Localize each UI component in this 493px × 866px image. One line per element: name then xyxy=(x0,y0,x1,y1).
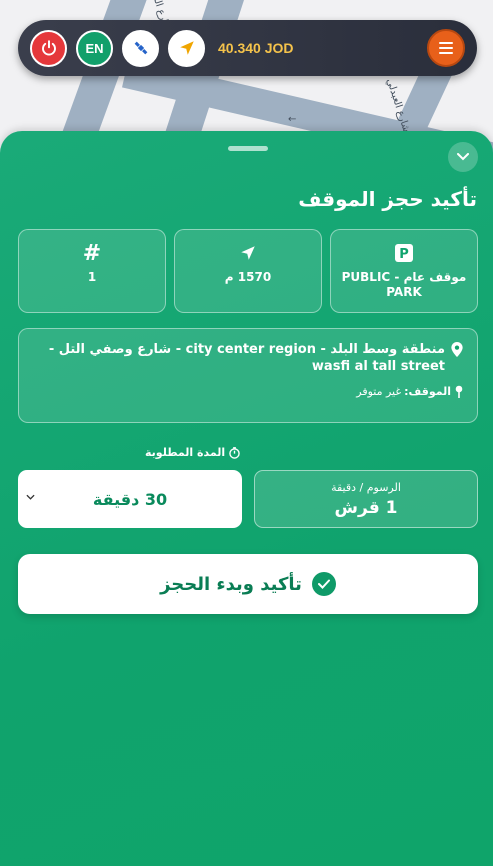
location-box: منطقة وسط البلد - city center region - ش… xyxy=(18,328,478,423)
spot-pin-icon xyxy=(455,385,463,398)
page-title: تأكيد حجز الموقف xyxy=(298,187,477,211)
power-icon xyxy=(41,40,56,56)
hash-icon: # xyxy=(82,240,102,266)
map-direction-arrow-icon: ← xyxy=(288,114,297,125)
locate-me-button[interactable] xyxy=(168,29,205,67)
fee-label: الرسوم / دقيقة xyxy=(331,481,401,494)
satellite-icon xyxy=(134,41,147,55)
confirm-booking-label: تأكيد وبدء الحجز xyxy=(160,573,302,595)
svg-text:P: P xyxy=(399,247,409,262)
wallet-balance: 40.340 JOD xyxy=(218,40,294,56)
fee-value: 1 قرش xyxy=(334,498,398,518)
menu-button[interactable] xyxy=(427,29,465,67)
navigation-arrow-icon xyxy=(179,41,194,55)
timer-icon xyxy=(229,446,240,459)
power-button[interactable] xyxy=(30,29,67,67)
distance-value: 1570 م xyxy=(224,270,272,284)
language-toggle-button[interactable]: EN xyxy=(76,29,113,67)
chevron-down-icon xyxy=(457,153,469,161)
menu-icon xyxy=(439,42,453,54)
number-value: 1 xyxy=(87,270,97,284)
confirm-booking-button[interactable]: تأكيد وبدء الحجز xyxy=(18,554,478,614)
sheet-drag-handle[interactable] xyxy=(228,146,268,151)
satellite-view-button[interactable] xyxy=(122,29,159,67)
parking-type-card: P موقف عام - PUBLIC PARK xyxy=(330,229,478,313)
top-bar: EN 40.340 JOD xyxy=(18,20,477,76)
spot-value: غير متوفر xyxy=(356,385,402,398)
parking-icon: P xyxy=(395,244,413,262)
number-card: # 1 xyxy=(18,229,166,313)
duration-select[interactable]: 30 دقيقة xyxy=(18,470,242,528)
distance-card: 1570 م xyxy=(174,229,322,313)
check-icon xyxy=(311,572,336,596)
chevron-down-icon xyxy=(26,494,35,500)
location-pin-icon xyxy=(451,342,463,357)
spot-label: الموقف: xyxy=(404,385,451,398)
location-address: منطقة وسط البلد - city center region - ش… xyxy=(48,342,445,374)
duration-label: المدة المطلوبة xyxy=(145,446,226,459)
booking-sheet: تأكيد حجز الموقف # 1 1570 م P موقف عام -… xyxy=(0,131,493,866)
navigation-arrow-icon xyxy=(241,246,255,260)
parking-type-value: موقف عام - PUBLIC PARK xyxy=(341,270,467,299)
duration-label-row: المدة المطلوبة xyxy=(145,446,240,459)
collapse-sheet-button[interactable] xyxy=(448,142,478,172)
info-cards: # 1 1570 م P موقف عام - PUBLIC PARK xyxy=(18,229,478,313)
fee-box: الرسوم / دقيقة 1 قرش xyxy=(254,470,478,528)
duration-selected-value: 30 دقيقة xyxy=(92,489,168,509)
